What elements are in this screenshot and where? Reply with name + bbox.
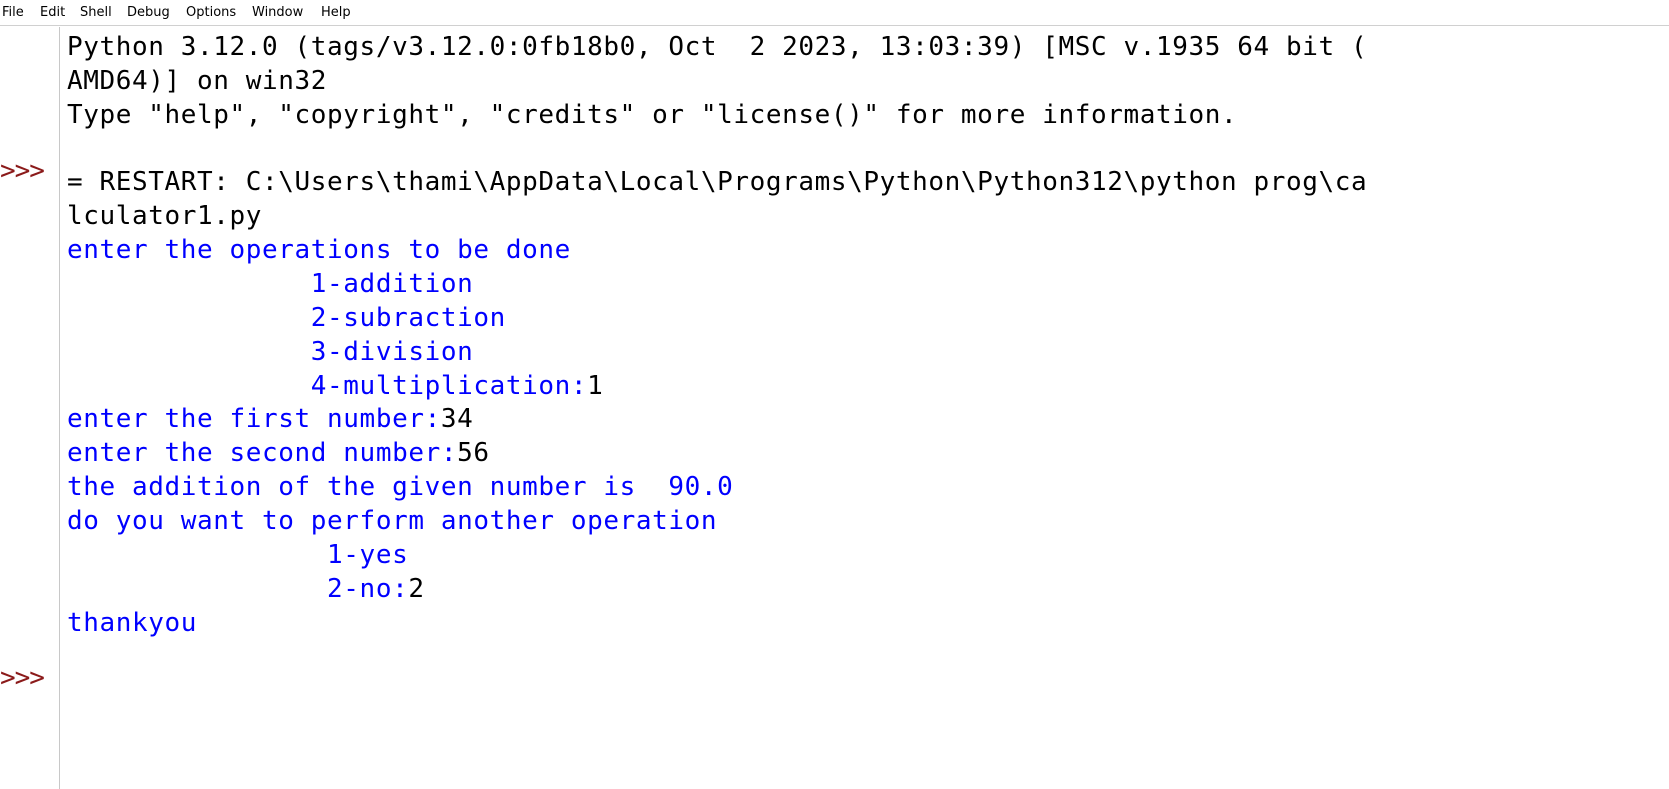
op-multiplication-line: 4-multiplication:1 [67, 368, 603, 404]
menu-debug[interactable]: Debug [127, 5, 170, 21]
menu-help[interactable]: Help [321, 5, 351, 21]
shell-text-area[interactable]: Python 3.12.0 (tags/v3.12.0:0fb18b0, Oct… [67, 29, 1669, 789]
restart-line-1: = RESTART: C:\Users\thami\AppData\Local\… [67, 167, 1368, 197]
op-addition: 1-addition [67, 269, 474, 299]
banner-line-2: AMD64)] on win32 [67, 66, 328, 96]
op-input: 1 [587, 371, 604, 401]
first-number-line: enter the first number:34 [67, 401, 473, 437]
again-no-line: 2-no:2 [67, 571, 425, 607]
menu-bar: File Edit Shell Debug Options Window Hel… [0, 0, 1669, 26]
again-prompt: do you want to perform another operation [67, 506, 718, 536]
again-yes-option: 1-yes [67, 540, 409, 570]
result-line: the addition of the given number is 90.0 [67, 472, 734, 502]
menu-edit[interactable]: Edit [40, 5, 65, 21]
again-no-option: 2-no: [67, 574, 409, 604]
prompt-gutter: >>> >>> [0, 27, 60, 789]
op-multiplication: 4-multiplication: [67, 371, 588, 401]
shell-prompt-2: >>> [0, 663, 45, 693]
second-number-line: enter the second number:56 [67, 435, 490, 471]
menu-shell[interactable]: Shell [80, 5, 112, 21]
restart-line-2: lculator1.py [67, 201, 263, 231]
op-division: 3-division [67, 337, 474, 367]
first-number-prompt: enter the first number: [67, 404, 441, 434]
banner-line-1: Python 3.12.0 (tags/v3.12.0:0fb18b0, Oct… [67, 32, 1368, 62]
banner-line-3: Type "help", "copyright", "credits" or "… [67, 100, 1238, 130]
thanks-line: thankyou [67, 608, 198, 638]
shell-prompt-1: >>> [0, 156, 45, 186]
menu-file[interactable]: File [2, 5, 24, 21]
menu-options[interactable]: Options [186, 5, 236, 21]
op-subtraction: 2-subraction [67, 303, 506, 333]
menu-window[interactable]: Window [252, 5, 303, 21]
second-number-input: 56 [457, 438, 490, 468]
ops-prompt: enter the operations to be done [67, 235, 571, 265]
again-input: 2 [408, 574, 425, 604]
first-number-input: 34 [440, 404, 474, 434]
second-number-prompt: enter the second number: [67, 438, 458, 468]
